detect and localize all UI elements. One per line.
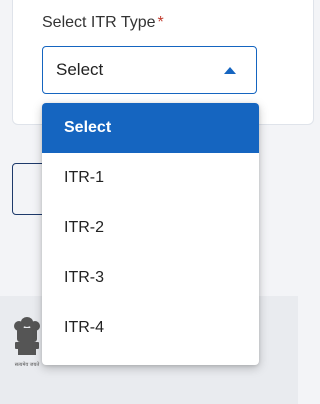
national-emblem-icon: सत्यमेव जयते xyxy=(14,317,40,368)
itr-type-label: Select ITR Type * xyxy=(42,14,164,32)
required-marker: * xyxy=(157,14,164,31)
option-itr-4[interactable]: ITR-4 xyxy=(42,303,259,353)
caret-up-icon xyxy=(224,67,236,74)
emblem-motto: सत्यमेव जयते xyxy=(15,361,40,368)
option-itr-3[interactable]: ITR-3 xyxy=(42,253,259,303)
itr-type-select-value: Select xyxy=(56,60,104,79)
option-select[interactable]: Select xyxy=(42,103,259,153)
itr-type-dropdown: Select ITR-1 ITR-2 ITR-3 ITR-4 xyxy=(42,103,259,365)
option-itr-2[interactable]: ITR-2 xyxy=(42,203,259,253)
itr-type-select[interactable]: Select xyxy=(42,46,257,94)
itr-type-label-text: Select ITR Type xyxy=(42,14,156,31)
option-itr-1[interactable]: ITR-1 xyxy=(42,153,259,203)
